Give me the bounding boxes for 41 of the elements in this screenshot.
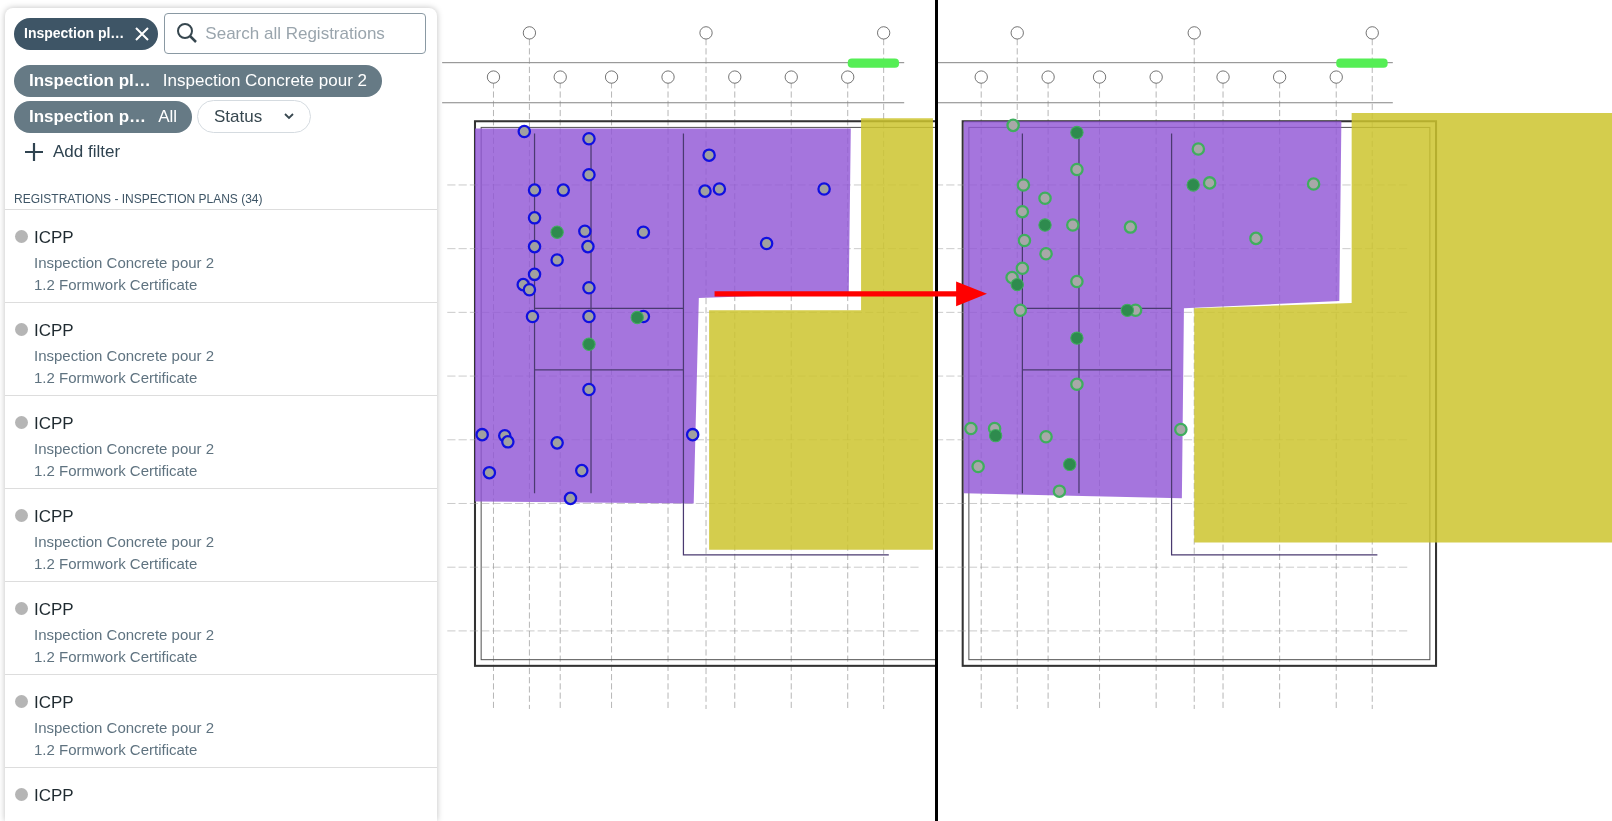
chip-value: All <box>158 105 178 128</box>
item-title: ICPP <box>34 412 75 435</box>
search-icon <box>176 22 199 44</box>
list-header: REGISTRATIONS - INSPECTION PLANS (34) <box>5 184 437 210</box>
item-title: ICPP <box>34 505 75 528</box>
item-title: ICPP <box>34 319 75 342</box>
item-subtitle: Inspection Concrete pour 2 <box>34 345 215 366</box>
filter-chip[interactable]: Inspection pl… <box>14 17 159 50</box>
chip-label: Inspection pl… <box>29 70 151 93</box>
item-subtitle: Inspection Concrete pour 2 <box>34 531 215 552</box>
item-detail: 1.2 Formwork Certificate <box>34 460 199 481</box>
registration-item[interactable]: ICPP Inspection Concrete pour 2 1.2 Formwork Certificate <box>5 674 437 768</box>
item-detail: 1.2 Formwork Certificate <box>34 739 199 760</box>
item-title: ICPP <box>34 226 75 249</box>
add-filter-button[interactable]: Add filter <box>25 139 437 165</box>
item-subtitle: Inspection Concrete pour 2 <box>34 624 215 645</box>
item-subtitle: Inspection Concrete pour 2 <box>34 717 215 738</box>
filter-chip[interactable]: Inspection p… All <box>14 100 193 133</box>
registration-item[interactable]: ICPP Inspection Concrete pour 2 1.2 Formwork Certificate <box>5 395 437 489</box>
plus-icon <box>25 142 43 161</box>
item-subtitle: Inspection Concrete pour 2 <box>34 252 215 273</box>
chip-label: Inspection p… <box>29 105 147 128</box>
chevron-down-icon <box>284 113 295 120</box>
item-title: ICPP <box>34 598 75 621</box>
registration-item[interactable]: ICPP Inspection Concrete pour 2 1.2 Formwork Certificate <box>5 302 437 396</box>
registration-item[interactable]: ICPP Inspection Concrete pour 2 1.2 Formwork Certificate <box>5 581 437 675</box>
item-detail: 1.2 Formwork Certificate <box>34 553 199 574</box>
registration-item[interactable]: ICPP Inspection Concrete pour 2 1.2 Formwork Certificate <box>5 488 437 582</box>
item-detail: 1.2 Formwork Certificate <box>34 274 199 295</box>
item-title: ICPP <box>34 691 75 714</box>
item-subtitle: Inspection Concrete pour 2 <box>34 438 215 459</box>
item-title: ICPP <box>34 784 74 807</box>
chip-value: Inspection Concrete pour 2 <box>162 70 367 93</box>
filter-chip[interactable]: Inspection pl… Inspection Concrete pour 2 <box>14 65 382 97</box>
registration-item[interactable]: ICPP Inspection Concrete pour 2 1.2 Formwork Certificate <box>5 209 437 303</box>
chip-label: Inspection pl… <box>24 24 125 43</box>
item-detail: 1.2 Formwork Certificate <box>34 367 199 388</box>
registration-item[interactable]: ICPP <box>5 767 437 821</box>
item-detail: 1.2 Formwork Certificate <box>34 646 199 667</box>
search-field[interactable]: Search all Registrations <box>164 13 427 54</box>
close-icon[interactable] <box>134 25 151 42</box>
